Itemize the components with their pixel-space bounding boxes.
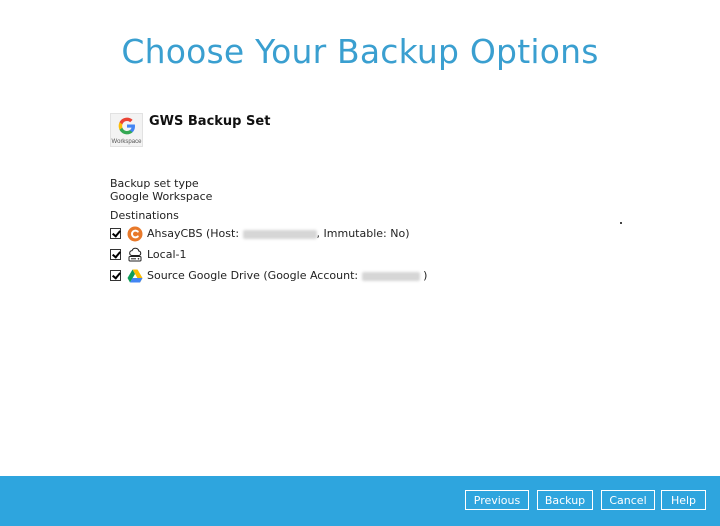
google-g-icon [118,117,135,135]
google-drive-icon [127,269,143,283]
help-button[interactable]: Help [661,490,706,510]
footer-bar: Previous Backup Cancel Help [0,476,720,526]
redacted-host [242,229,317,239]
local-drive-icon [128,247,142,262]
google-drive-label: Source Google Drive (Google Account: ) [147,269,428,282]
ahsaycbs-checkbox[interactable] [110,228,121,239]
backup-button[interactable]: Backup [537,490,593,510]
ahsaycbs-label: AhsayCBS (Host: , Immutable: No) [147,227,410,240]
backup-set-type-value: Google Workspace [110,190,213,203]
destinations-heading: Destinations [110,209,179,222]
cancel-button[interactable]: Cancel [601,490,655,510]
workspace-caption: Workspace [111,139,142,145]
stray-dot [620,222,622,224]
local-1-checkbox[interactable] [110,249,121,260]
redacted-account [361,271,420,281]
previous-button[interactable]: Previous [465,490,529,510]
backup-set-type-label: Backup set type [110,177,199,190]
ahsay-cbs-icon [127,226,143,242]
page-title: Choose Your Backup Options [121,32,599,71]
google-drive-checkbox[interactable] [110,270,121,281]
local-1-label: Local-1 [147,248,187,261]
google-workspace-logo: Workspace [110,113,143,147]
backup-set-name: GWS Backup Set [149,114,271,129]
